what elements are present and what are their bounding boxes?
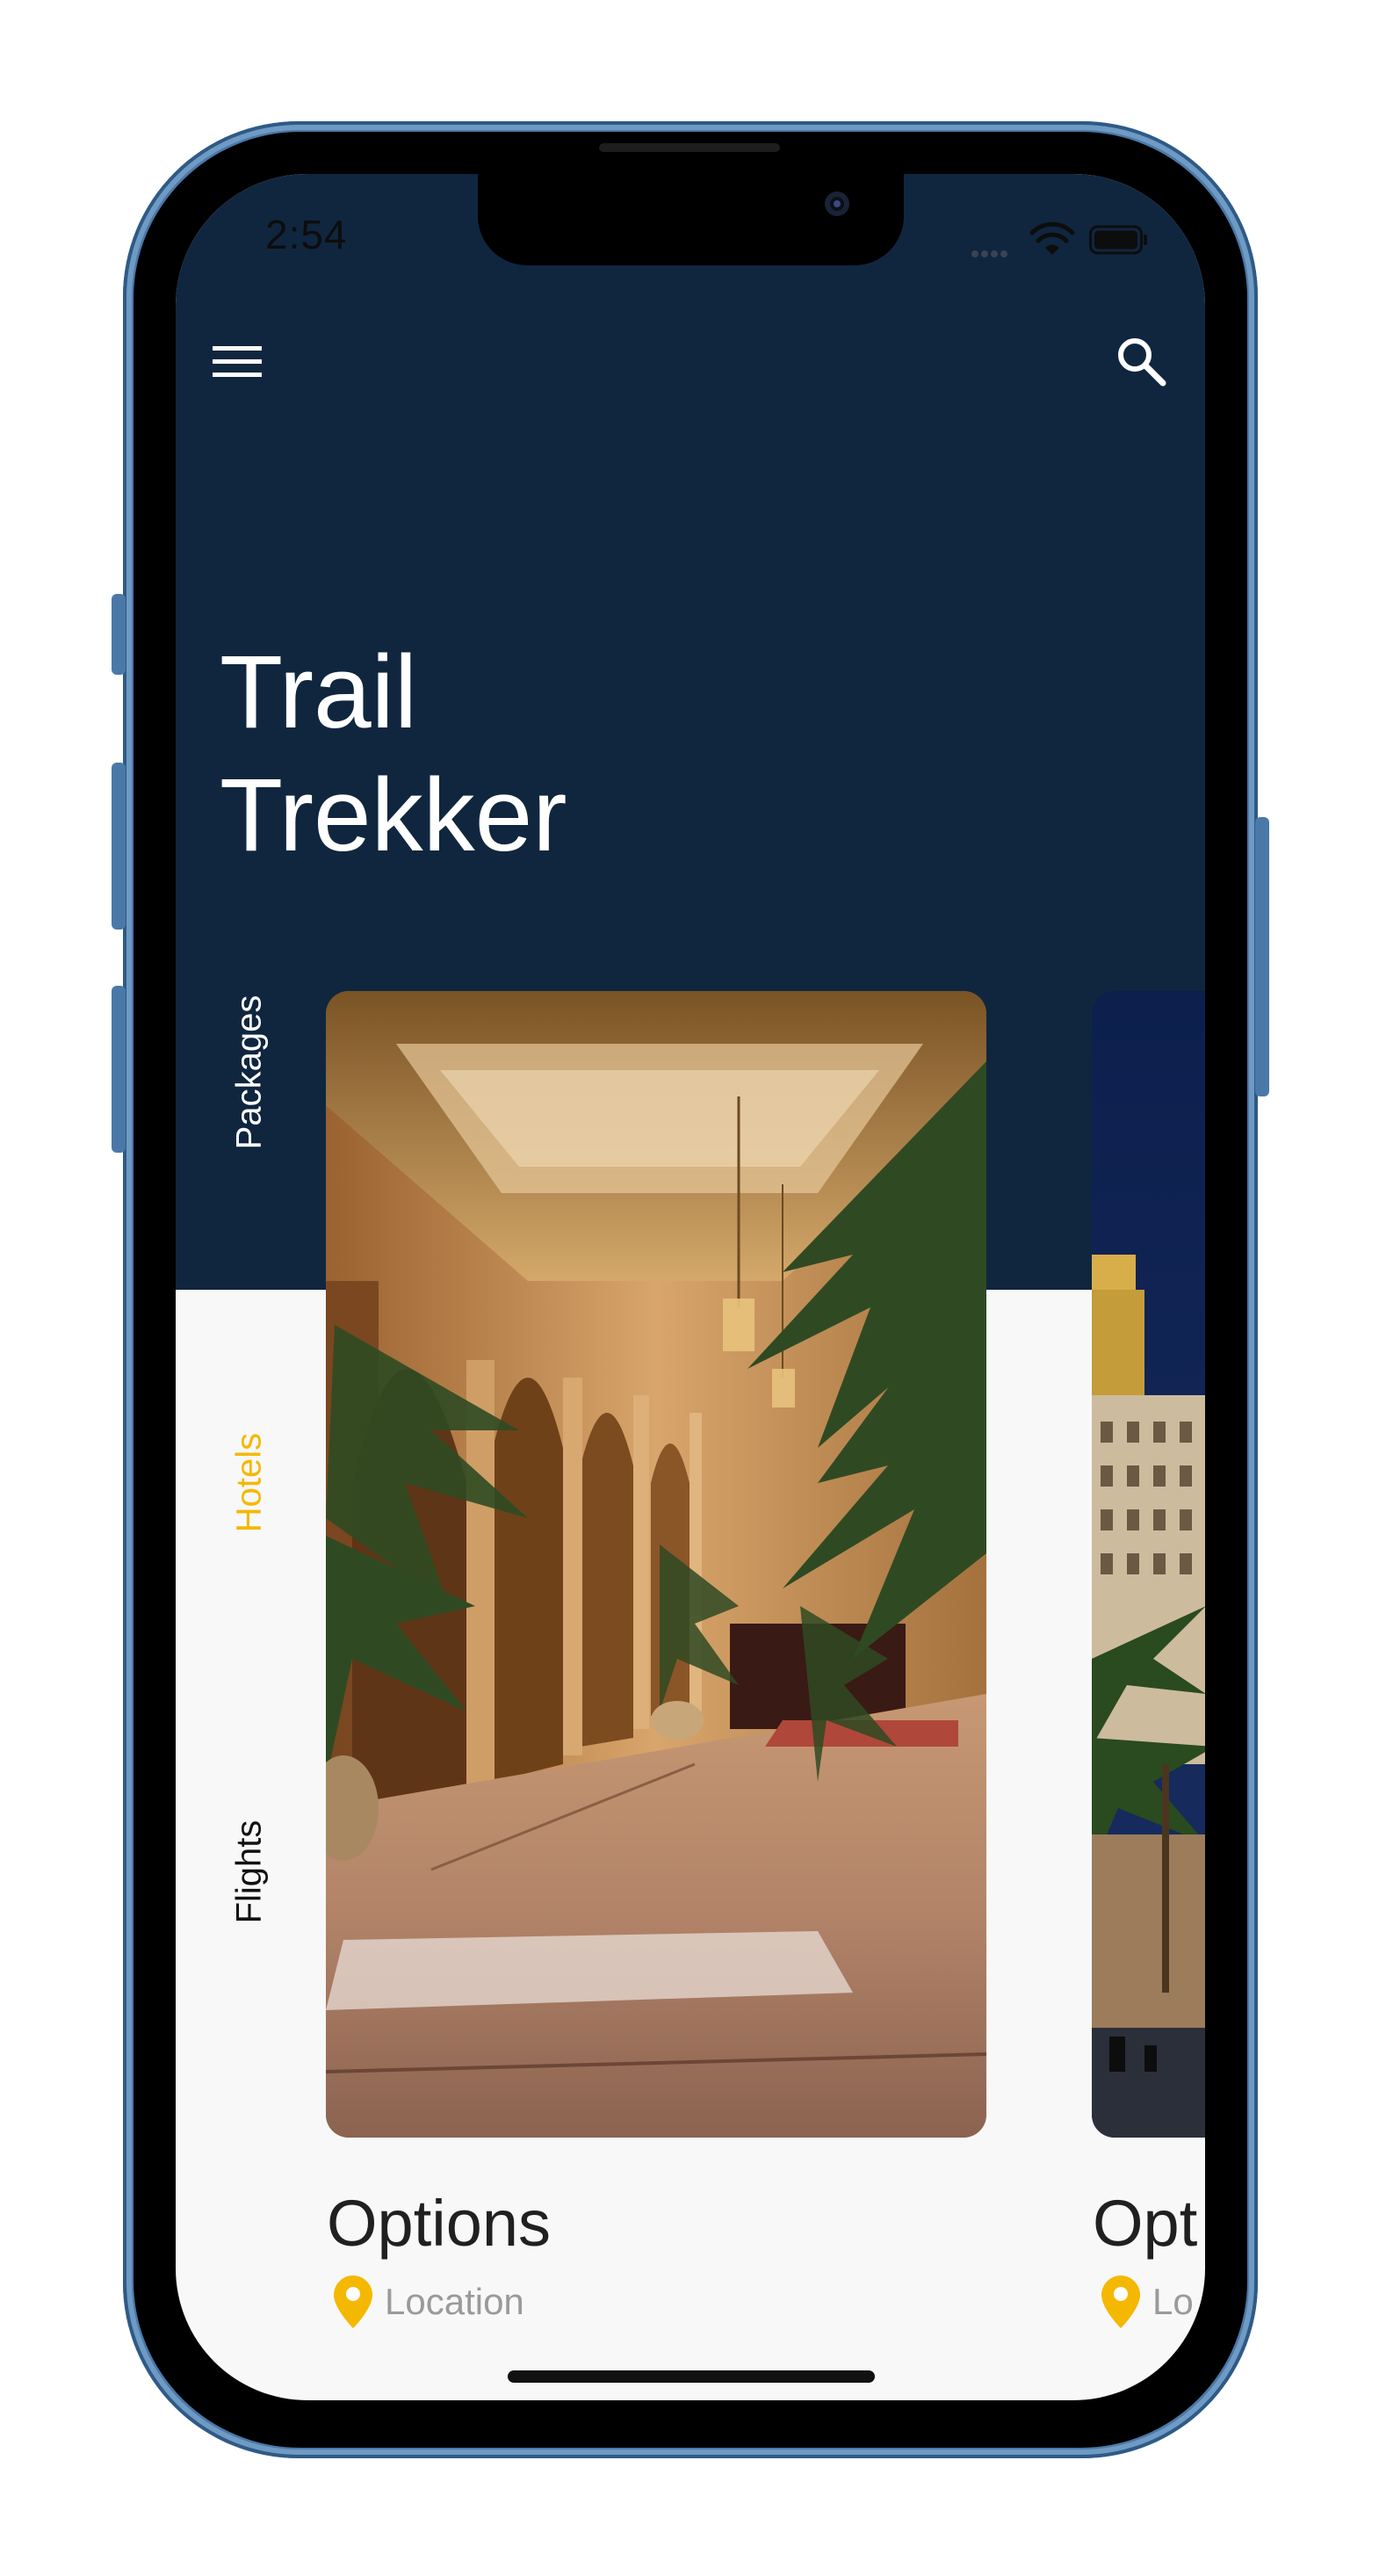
hotel-card-1[interactable] <box>326 991 986 2138</box>
app-title-line-2: Trekker <box>220 757 567 873</box>
card-2-title: Opt <box>1093 2187 1198 2260</box>
card-2-location-row: Lo <box>1101 2276 1194 2328</box>
card-1-title: Options <box>327 2187 552 2260</box>
power-button <box>1255 817 1269 1096</box>
palace-lobby-image <box>326 991 986 2138</box>
volume-down-button <box>112 986 126 1153</box>
volume-up-button <box>112 763 126 930</box>
card-2-location: Lo <box>1152 2281 1194 2322</box>
menu-icon[interactable] <box>213 343 262 381</box>
status-time: 2:54 <box>265 212 348 257</box>
tab-hotels[interactable]: Hotels <box>230 1351 270 1615</box>
location-pin-icon <box>1101 2276 1140 2328</box>
card-1-location: Location <box>385 2281 524 2322</box>
hotel-night-image <box>1092 991 1205 2138</box>
app-screen: 2:54 Trail Trekker Packages Hotels Fligh… <box>176 174 1205 2400</box>
card-1-location-row: Location <box>334 2276 524 2328</box>
signal-icon <box>971 246 1010 262</box>
battery-icon <box>1089 225 1147 255</box>
wifi-icon <box>1029 221 1075 255</box>
front-camera <box>825 192 849 216</box>
app-title-line-1: Trail <box>220 634 418 750</box>
search-icon[interactable] <box>1114 334 1168 388</box>
location-pin-icon <box>334 2276 372 2328</box>
hotel-card-2[interactable] <box>1092 991 1205 2138</box>
tab-packages[interactable]: Packages <box>230 941 270 1205</box>
home-indicator[interactable] <box>508 2370 875 2383</box>
tab-flights[interactable]: Flights <box>230 1740 270 2004</box>
notch <box>478 174 904 265</box>
silent-switch <box>112 594 126 675</box>
app-title: Trail Trekker <box>220 631 834 877</box>
speaker-slit <box>599 143 780 152</box>
